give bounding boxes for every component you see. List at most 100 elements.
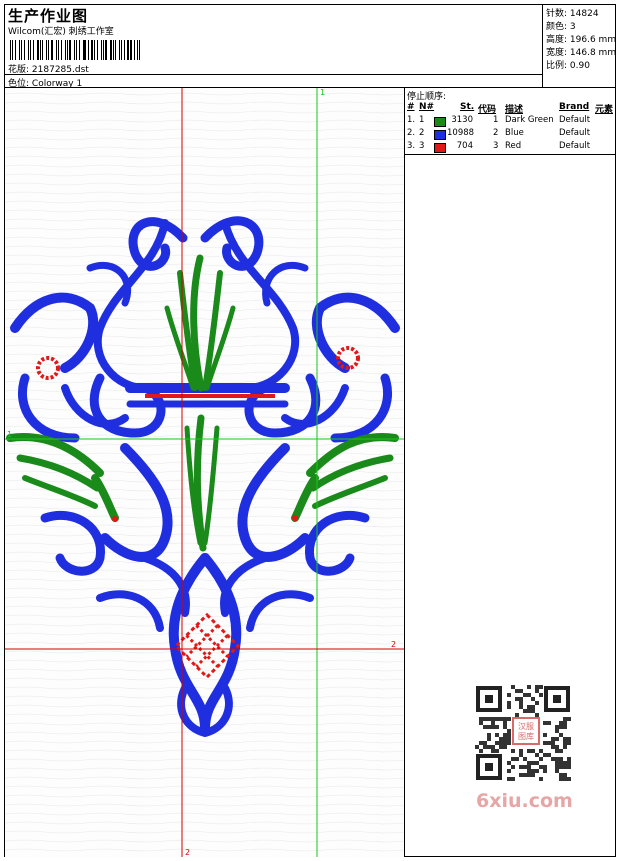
fabric-texture-line xyxy=(5,146,405,150)
qr-module xyxy=(567,761,571,765)
qr-module xyxy=(555,745,559,749)
fabric-texture-line xyxy=(5,407,405,411)
qr-module xyxy=(551,741,555,745)
qr-module xyxy=(527,773,531,777)
qr-module xyxy=(487,725,491,729)
qr-module xyxy=(559,765,563,769)
qr-module xyxy=(479,749,483,753)
qr-module xyxy=(539,757,543,761)
barcode-bar xyxy=(105,40,107,60)
barcode-bar xyxy=(51,40,53,60)
qr-module xyxy=(479,721,483,725)
qr-module xyxy=(483,717,487,721)
qr-module xyxy=(507,741,511,745)
barcode-bar xyxy=(137,40,138,60)
qr-module xyxy=(523,765,527,769)
barcode-bar xyxy=(94,40,95,60)
row-needle: 3 xyxy=(419,141,425,151)
barcode-bar xyxy=(36,40,39,60)
fabric-texture-line xyxy=(5,452,405,456)
qr-module xyxy=(523,757,527,761)
qr-module xyxy=(567,741,571,745)
qr-module xyxy=(563,717,567,721)
qr-module xyxy=(567,717,571,721)
qr-module xyxy=(491,725,495,729)
qr-module xyxy=(567,765,571,769)
qr-module xyxy=(539,777,543,781)
barcode-bar xyxy=(112,40,114,60)
qr-module xyxy=(519,749,523,753)
header: 生产作业图 Wilcom(汇宏) 刺绣工作室 花版: 2187285.dst 色… xyxy=(4,4,617,89)
qr-module xyxy=(559,757,563,761)
qr-module xyxy=(551,737,555,741)
qr-module xyxy=(535,685,539,689)
barcode-bar xyxy=(102,40,104,60)
barcode-bar xyxy=(74,40,75,60)
row-needle: 2 xyxy=(419,128,425,138)
qr-module xyxy=(567,737,571,741)
barcode-bar xyxy=(21,40,23,60)
qr-module xyxy=(543,721,547,725)
fabric-texture-line xyxy=(5,182,405,186)
qr-module xyxy=(491,745,495,749)
fabric-texture-line xyxy=(5,830,405,834)
barcode-bar xyxy=(91,40,94,60)
qr-module xyxy=(543,769,547,773)
barcode-bar xyxy=(121,40,122,60)
qr-module xyxy=(475,745,479,749)
qr-module xyxy=(559,773,563,777)
qr-module xyxy=(527,769,531,773)
stat-label: 高度: xyxy=(546,35,568,45)
barcode-bar xyxy=(24,40,26,60)
fabric-value: 2187285.dst xyxy=(31,65,89,75)
stat-value: 3 xyxy=(569,22,576,32)
qr-module xyxy=(487,717,491,721)
qr-module xyxy=(511,777,515,781)
fabric-texture-line xyxy=(5,695,405,699)
barcode-bar xyxy=(57,40,59,60)
fabric-texture-line xyxy=(5,623,405,627)
barcode-bar xyxy=(109,40,112,60)
fabric-texture-line xyxy=(5,155,405,159)
qr-module xyxy=(563,773,567,777)
qr-module xyxy=(503,725,507,729)
qr-module xyxy=(535,701,539,705)
qr-module xyxy=(507,769,511,773)
fabric-texture-line xyxy=(5,605,405,609)
qr-module xyxy=(503,737,507,741)
qr-module xyxy=(543,741,547,745)
qr-module xyxy=(523,709,527,713)
stat-width: 宽度: 146.8 mm xyxy=(546,45,616,58)
fabric-texture-line xyxy=(5,101,405,105)
fabric-texture-line xyxy=(5,263,405,267)
stat-value: 196.6 mm xyxy=(569,35,617,45)
table-row: 1. 1 3130 1 Dark Green Default xyxy=(405,115,615,128)
qr-module xyxy=(483,745,487,749)
row-index: 3. xyxy=(407,141,416,151)
qr-module xyxy=(499,745,503,749)
fabric-texture-line xyxy=(5,596,405,600)
fabric-texture-line xyxy=(5,839,405,843)
qr-module xyxy=(531,749,535,753)
col-header-element: 元素 xyxy=(595,105,614,115)
qr-module xyxy=(519,765,523,769)
fabric-texture-line xyxy=(5,425,405,429)
barcode-bar xyxy=(115,40,116,60)
barcode-bar xyxy=(60,40,63,60)
fabric-info: 花版: 2187285.dst xyxy=(8,62,89,75)
fabric-texture-line xyxy=(5,416,405,420)
barcode-bar xyxy=(12,40,13,60)
fabric-texture-line xyxy=(5,776,405,780)
fabric-texture-line xyxy=(5,758,405,762)
barcode-bar xyxy=(118,40,121,60)
qr-module xyxy=(503,717,507,721)
stat-label: 颜色: xyxy=(546,22,568,32)
qr-module xyxy=(511,757,515,761)
qr-module xyxy=(507,777,511,781)
fabric-texture-line xyxy=(5,740,405,744)
qr-code[interactable]: 汉服 图库 xyxy=(474,684,572,782)
fabric-texture-line xyxy=(5,803,405,807)
fabric-texture-line xyxy=(5,587,405,591)
barcode-bar xyxy=(87,40,89,60)
row-stitches: 3130 xyxy=(451,115,473,125)
